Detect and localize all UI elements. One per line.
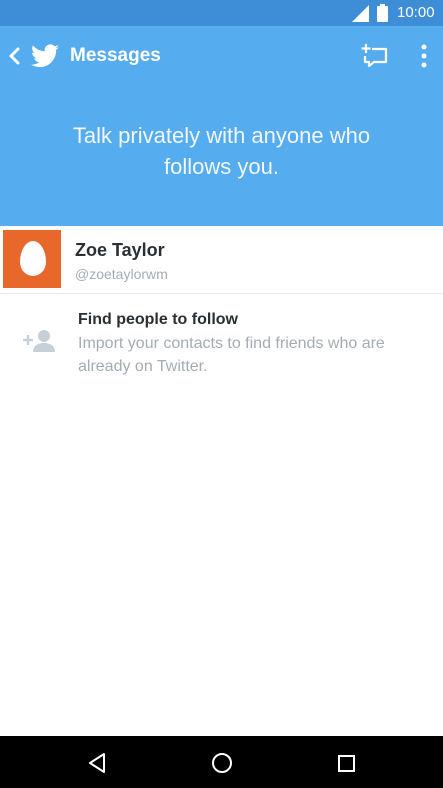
new-message-button[interactable]	[361, 43, 389, 74]
find-people-item[interactable]: Find people to follow Import your contac…	[0, 294, 443, 394]
triangle-back-icon	[89, 753, 105, 773]
contact-name: Zoe Taylor	[75, 240, 165, 260]
system-nav-bar	[0, 736, 443, 788]
back-button[interactable]	[6, 44, 24, 68]
new-message-icon	[361, 44, 388, 68]
more-options-button[interactable]	[414, 42, 434, 70]
contact-handle: @zoetaylorwm	[75, 266, 168, 282]
empty-state-tagline: Talk privately with anyone who follows y…	[72, 123, 371, 179]
battery-icon	[377, 4, 388, 22]
square-recents-icon	[338, 755, 355, 772]
app-bar: Messages Talk privately with anyone who …	[0, 26, 443, 226]
signal-icon	[352, 5, 369, 22]
more-vert-icon	[421, 44, 427, 68]
status-time: 10:00	[397, 4, 435, 21]
egg-avatar-icon	[20, 241, 46, 276]
chevron-left-icon	[9, 47, 20, 65]
contact-list-item[interactable]: Zoe Taylor @zoetaylorwm	[0, 226, 443, 294]
add-person-icon	[23, 330, 55, 352]
nav-home-button[interactable]	[209, 750, 235, 776]
find-people-description: Import your contacts to find friends who…	[78, 335, 385, 375]
twitter-bird-icon	[31, 44, 59, 68]
avatar	[3, 230, 61, 288]
nav-back-button[interactable]	[85, 750, 111, 776]
nav-recents-button[interactable]	[333, 750, 359, 776]
status-bar: 10:00	[0, 0, 443, 26]
page-title: Messages	[70, 45, 161, 66]
circle-home-icon	[212, 753, 232, 773]
find-people-title: Find people to follow	[78, 311, 238, 328]
